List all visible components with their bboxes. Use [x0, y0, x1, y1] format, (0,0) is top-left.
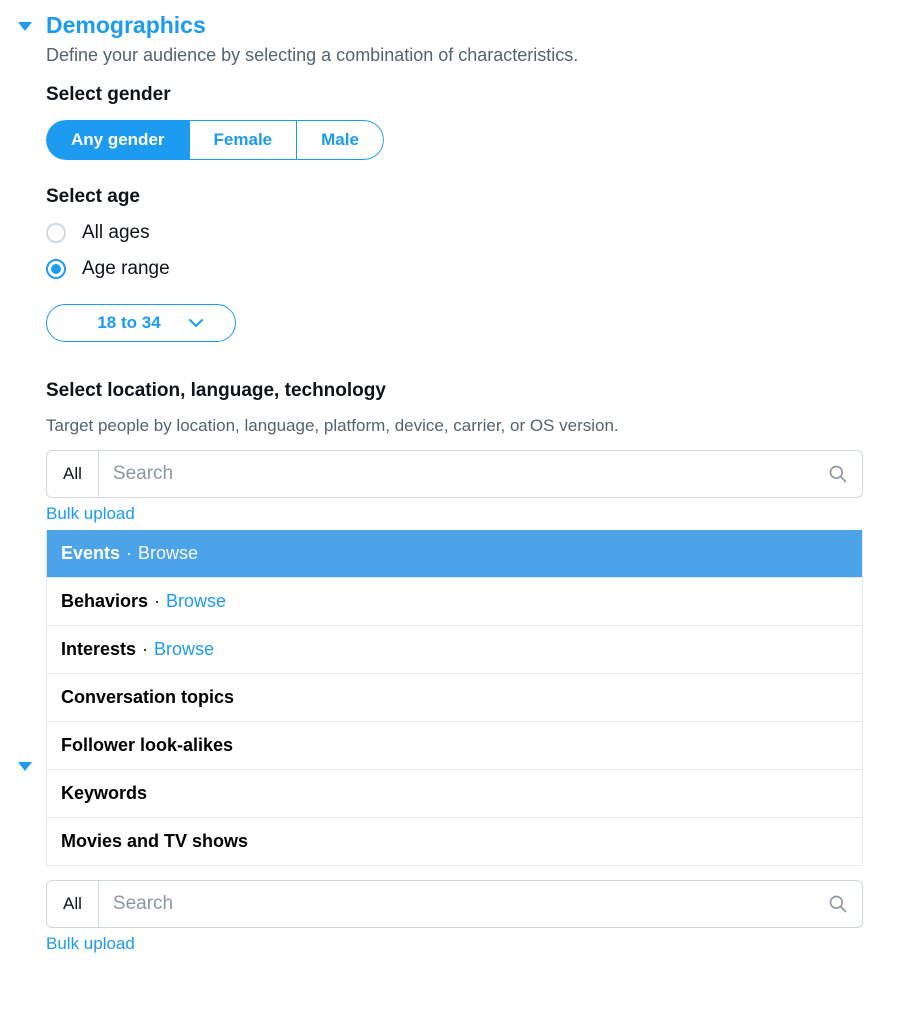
chevron-down-icon[interactable] [18, 762, 32, 771]
features-search-field: All [46, 880, 863, 928]
age-all-radio[interactable]: All ages [46, 222, 863, 244]
dropdown-item-follower-lookalikes[interactable]: Follower look-alikes [47, 721, 862, 769]
chevron-down-icon[interactable] [18, 22, 32, 31]
radio-dot-icon [51, 264, 61, 274]
chevron-down-icon [189, 318, 203, 328]
search-all-filter[interactable]: All [47, 881, 99, 927]
search-icon[interactable] [814, 464, 862, 484]
radio-icon [46, 223, 66, 243]
separator-dot-icon: · [126, 543, 132, 564]
gender-any-button[interactable]: Any gender [46, 120, 190, 160]
dropdown-item-label: Keywords [61, 783, 147, 804]
dropdown-item-movies-tv[interactable]: Movies and TV shows [47, 817, 862, 865]
demographics-description: Define your audience by selecting a comb… [46, 45, 863, 66]
age-all-label: All ages [82, 222, 150, 244]
dropdown-item-label: Behaviors [61, 591, 148, 612]
dropdown-item-behaviors[interactable]: Behaviors · Browse [47, 577, 862, 625]
browse-link[interactable]: Browse [138, 543, 198, 564]
dropdown-item-label: Follower look-alikes [61, 735, 233, 756]
separator-dot-icon: · [154, 591, 160, 612]
radio-selected-icon [46, 259, 66, 279]
dropdown-item-keywords[interactable]: Keywords [47, 769, 862, 817]
age-label: Select age [46, 186, 863, 208]
search-input[interactable] [99, 451, 814, 497]
age-range-label: Age range [82, 258, 170, 280]
search-input[interactable] [99, 881, 814, 927]
browse-link[interactable]: Browse [166, 591, 226, 612]
gender-male-button[interactable]: Male [297, 120, 384, 160]
age-range-radio[interactable]: Age range [46, 258, 863, 280]
age-range-value: 18 to 34 [97, 313, 160, 333]
gender-female-button[interactable]: Female [190, 120, 298, 160]
bulk-upload-link[interactable]: Bulk upload [46, 934, 135, 954]
demographics-section: Demographics Define your audience by sel… [0, 12, 903, 866]
gender-segmented-control: Any gender Female Male [46, 120, 384, 160]
location-search-field: All [46, 450, 863, 498]
dropdown-item-interests[interactable]: Interests · Browse [47, 625, 862, 673]
dropdown-item-label: Conversation topics [61, 687, 234, 708]
location-tech-description: Target people by location, language, pla… [46, 416, 863, 436]
search-icon[interactable] [814, 894, 862, 914]
features-dropdown: Events · Browse Behaviors · Browse Inter… [46, 530, 863, 866]
search-all-filter[interactable]: All [47, 451, 99, 497]
dropdown-item-events[interactable]: Events · Browse [47, 530, 862, 577]
dropdown-item-label: Interests [61, 639, 136, 660]
dropdown-item-label: Movies and TV shows [61, 831, 248, 852]
bulk-upload-link[interactable]: Bulk upload [46, 504, 135, 524]
audience-features-section: All Bulk upload [0, 880, 903, 960]
age-range-dropdown[interactable]: 18 to 34 [46, 304, 236, 342]
dropdown-item-conversation-topics[interactable]: Conversation topics [47, 673, 862, 721]
gender-label: Select gender [46, 84, 863, 106]
location-tech-label: Select location, language, technology [46, 380, 863, 402]
separator-dot-icon: · [142, 639, 148, 660]
dropdown-item-label: Events [61, 543, 120, 564]
demographics-title[interactable]: Demographics [46, 12, 863, 39]
browse-link[interactable]: Browse [154, 639, 214, 660]
